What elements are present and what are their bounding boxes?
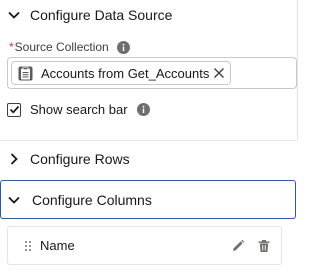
chevron-down-icon: [8, 196, 20, 204]
pill-label: Accounts from Get_Accounts: [41, 65, 210, 81]
collection-icon: [18, 66, 33, 80]
column-item[interactable]: Name: [7, 226, 282, 265]
source-collection-input[interactable]: Accounts from Get_Accounts: [7, 57, 297, 89]
info-icon[interactable]: [116, 40, 130, 54]
column-actions: [231, 239, 271, 253]
show-search-bar-label: Show search bar: [30, 102, 128, 117]
show-search-bar-checkbox[interactable]: [7, 102, 21, 117]
required-marker: *: [9, 40, 14, 54]
checkmark-icon: [9, 105, 19, 114]
section-title: Configure Data Source: [30, 6, 173, 23]
edit-icon[interactable]: [231, 239, 245, 253]
delete-icon[interactable]: [257, 239, 271, 253]
drag-handle-icon[interactable]: [24, 240, 32, 252]
section-header-data-source[interactable]: Configure Data Source: [0, 0, 297, 29]
source-collection-label: * Source Collection: [9, 40, 130, 54]
section-title: Configure Rows: [30, 150, 130, 167]
close-icon[interactable]: [213, 67, 225, 79]
chevron-down-icon: [8, 11, 20, 19]
field-label-text: Source Collection: [14, 40, 109, 54]
info-icon[interactable]: [136, 103, 150, 116]
selected-collection-pill[interactable]: Accounts from Get_Accounts: [11, 61, 231, 85]
panel-divider: [297, 0, 298, 140]
show-search-bar-row: Show search bar: [7, 102, 150, 117]
chevron-right-icon: [10, 152, 18, 165]
section-header-columns[interactable]: Configure Columns: [0, 180, 296, 219]
section-title: Configure Columns: [32, 191, 152, 208]
section-header-rows[interactable]: Configure Rows: [0, 140, 297, 176]
column-name: Name: [40, 238, 75, 253]
